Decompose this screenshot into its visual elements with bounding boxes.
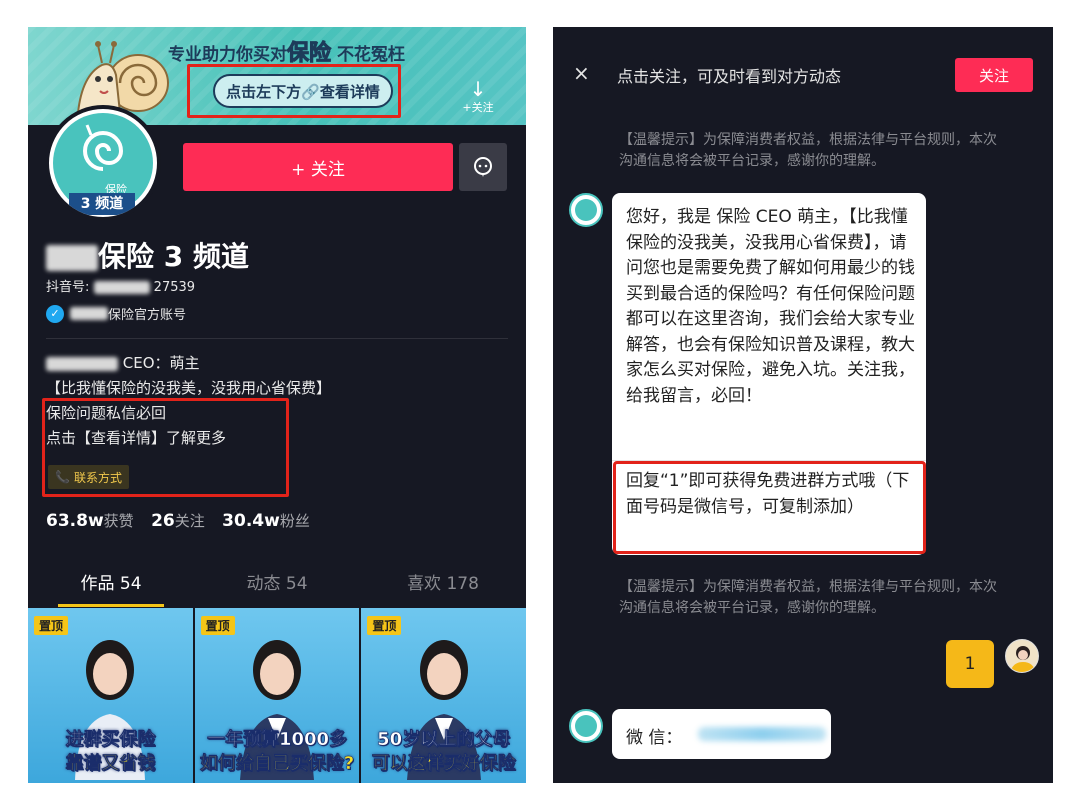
- tab-activity[interactable]: 动态 54: [194, 567, 360, 607]
- channel-tag: 3 频道: [69, 193, 135, 215]
- banner-slogan-highlight: 保险: [286, 41, 332, 67]
- video-thumbnail[interactable]: 置顶 进群买保险 靠谱又省钱: [28, 608, 193, 783]
- profile-screen: 专业助力你买对保险 不花冤枉 点击左下方🔗查看详情 ↓ +关注 保险 3 频道 …: [28, 27, 526, 783]
- system-tip: 【温馨提示】为保障消费者权益，根据法律与平台规则，本次沟通信息将会被平台记录，感…: [619, 579, 997, 616]
- video-caption: 进群买保险: [65, 729, 156, 751]
- video-thumbnail[interactable]: 置顶 一年预算1000多 如何给自己买保险?: [194, 608, 360, 783]
- verified-badge-row: ✓ 保险官方账号: [46, 304, 186, 323]
- pinned-badge: 置顶: [367, 616, 402, 635]
- close-icon[interactable]: ×: [573, 61, 590, 85]
- verified-check-icon: ✓: [46, 304, 64, 323]
- message-button[interactable]: [459, 143, 507, 191]
- douyin-id: 抖音号: 27539: [46, 280, 196, 295]
- profile-avatar[interactable]: 保险 3 频道: [45, 105, 161, 221]
- video-caption: 可以这样买好保险: [371, 753, 516, 775]
- message-text: 您好，我是 保险 CEO 萌主，【比我懂保险的没我美，没我用心省保费】，请问您也…: [626, 207, 915, 406]
- divider: [46, 338, 508, 339]
- annotation-highlight-box: [613, 461, 926, 554]
- user-avatar[interactable]: [1005, 639, 1039, 673]
- phone-icon: 📞: [55, 470, 70, 484]
- user-message-bubble: 1: [946, 640, 994, 688]
- profile-name: 保险 3 频道: [46, 235, 249, 275]
- chat-screen: × 点击关注，可及时看到对方动态 关注 【温馨提示】为保障消费者权益，根据法律与…: [553, 27, 1053, 783]
- contact-info-chip[interactable]: 📞 联系方式: [48, 465, 129, 489]
- snail-mascot-icon: [76, 41, 169, 114]
- video-caption: 靠谱又省钱: [65, 753, 156, 775]
- sender-avatar[interactable]: [569, 709, 603, 743]
- video-grid: 置顶 进群买保险 靠谱又省钱 置顶 一年预算1000多 如何给自己买保险? 置顶…: [28, 608, 526, 783]
- tab-likes[interactable]: 喜欢 178: [360, 567, 526, 607]
- follow-notice-text: 点击关注，可及时看到对方动态: [617, 67, 842, 86]
- wechat-label: 微 信：: [626, 728, 683, 748]
- profile-stats: 63.8w获赞 26关注 30.4w粉丝: [46, 511, 310, 531]
- video-caption: 如何给自己买保险?: [199, 753, 355, 775]
- sender-avatar[interactable]: [569, 193, 603, 227]
- message-bubble: 微 信：: [612, 709, 831, 759]
- system-tip: 【温馨提示】为保障消费者权益，根据法律与平台规则，本次沟通信息将会被平台记录，感…: [619, 132, 997, 169]
- banner-follow-hint: ↓ +关注: [460, 79, 496, 115]
- video-caption: 一年预算1000多: [206, 729, 348, 751]
- pinned-badge: 置顶: [200, 616, 235, 635]
- pinned-badge: 置顶: [34, 616, 69, 635]
- profile-tabs: 作品 54 动态 54 喜欢 178: [28, 567, 526, 607]
- video-thumbnail[interactable]: 置顶 50岁以上的父母 可以这样买好保险: [361, 608, 526, 783]
- banner-slogan: 专业助力你买对保险 不花冤枉: [168, 41, 405, 67]
- tab-works[interactable]: 作品 54: [28, 567, 194, 607]
- arrow-down-icon: ↓: [469, 77, 487, 101]
- wechat-id-blurred: [698, 727, 826, 741]
- chat-icon: [474, 157, 492, 177]
- annotation-highlight-box: [187, 64, 401, 118]
- follow-button[interactable]: 关注: [955, 58, 1033, 92]
- video-caption: 50岁以上的父母: [377, 729, 511, 751]
- snail-logo-icon: [83, 124, 124, 171]
- follow-notice-bar: × 点击关注，可及时看到对方动态 关注: [553, 49, 1053, 101]
- follow-button[interactable]: + 关注: [183, 143, 453, 191]
